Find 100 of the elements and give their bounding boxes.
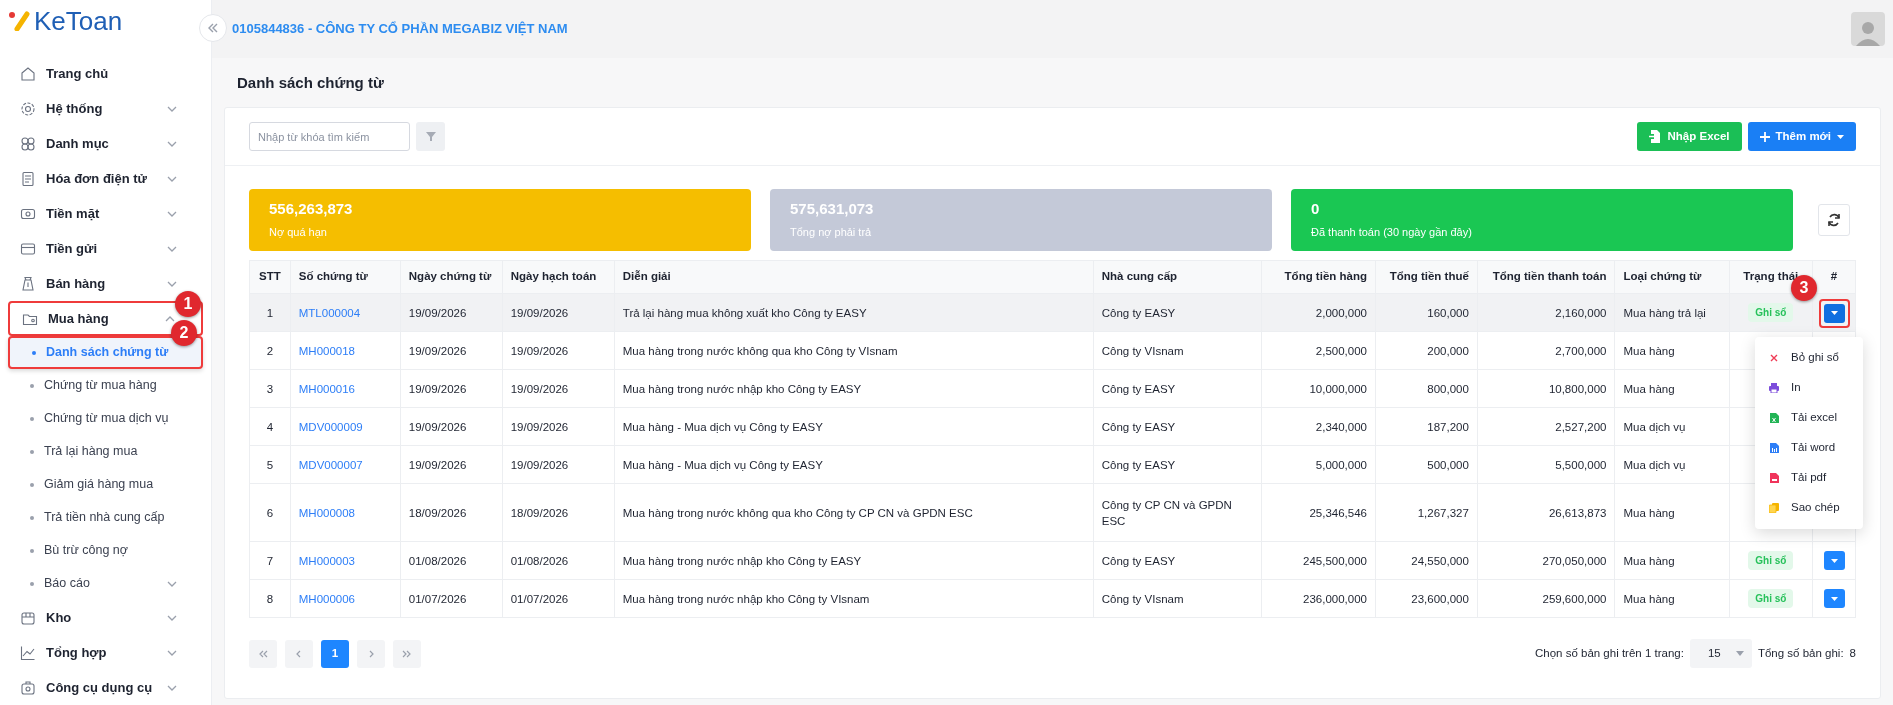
submenu-item[interactable]: Trả lại hàng mua (8, 435, 203, 468)
chevron-icon (167, 140, 177, 147)
document-link[interactable]: MH000003 (290, 541, 401, 580)
chevron-icon (167, 105, 177, 112)
page-button[interactable]: 1 (321, 639, 349, 668)
document-link[interactable]: MH000016 (290, 369, 401, 408)
chevron-icon (167, 580, 177, 587)
table-cell: 3 (249, 369, 291, 408)
column-header: Nhà cung cấp (1093, 260, 1262, 294)
table-cell: 10,800,000 (1477, 369, 1615, 408)
submenu-item[interactable]: Báo cáo (8, 567, 203, 600)
column-header: Ngày chứng từ (400, 260, 503, 294)
bullet-icon (30, 416, 34, 421)
table-cell: Mua hàng trong nước không qua kho Công ty VIsnam (614, 331, 1094, 370)
table-cell: 10,000,000 (1261, 369, 1376, 408)
table-cell: 01/08/2026 (502, 541, 615, 580)
summary-label: Nợ quá hạn (269, 225, 328, 240)
table-cell: 236,000,000 (1261, 579, 1376, 618)
document-link[interactable]: MDV000007 (290, 445, 401, 484)
table-cell: 2,000,000 (1261, 293, 1376, 332)
sidebar-item[interactable]: Kho (8, 600, 203, 635)
table-cell: 01/08/2026 (400, 541, 503, 580)
table-cell: 2,700,000 (1477, 331, 1615, 370)
sidebar-item[interactable]: Tiền mặt (8, 196, 203, 231)
table-cell: Mua hàng trong nước nhập kho Công ty VIsnam (614, 579, 1094, 618)
double-chevron-icon (207, 22, 219, 34)
sidebar-item[interactable]: Tổng hợp (8, 635, 203, 670)
table-cell: Mua hàng (1614, 483, 1730, 542)
table-cell: Công ty EASY (1093, 369, 1262, 408)
summary-value: 556,263,873 (269, 199, 354, 219)
table-cell: 187,200 (1375, 407, 1478, 446)
avatar[interactable] (1851, 11, 1885, 46)
refresh-icon (1827, 213, 1841, 227)
table-cell: 2,160,000 (1477, 293, 1615, 332)
table-cell: 19/09/2026 (502, 331, 615, 370)
summary-label: Tổng nợ phải trả (790, 225, 873, 240)
table-cell: 26,613,873 (1477, 483, 1615, 542)
page-size-select[interactable]: 15 (1689, 639, 1752, 668)
page-size-label: Chọn số bản ghi trên 1 trang: (1534, 645, 1684, 661)
table-row[interactable]: 7 MH000003 01/08/2026 01/08/2026 Mua hàng trong nước nhập kho Công ty EASY Công ty EASY 245,500,000 24,550,000 270,050,000 Mua hàng Ghi sổ (249, 541, 1856, 580)
table-row[interactable]: 1 MTL000004 19/09/2026 19/09/2026 Trả lại hàng mua không xuất kho Công ty EASY Công ty EASY 2,000,000 160,000 2,160,000 Mua hàng trả lại Ghi sổ (249, 293, 1856, 332)
table-cell: Mua hàng (1614, 331, 1730, 370)
first-page-button[interactable] (249, 639, 277, 668)
table-cell: 800,000 (1375, 369, 1478, 408)
collapse-button[interactable] (199, 14, 227, 42)
summary-value: 0 (1311, 199, 1321, 219)
table-row[interactable]: 8 MH000006 01/07/2026 01/07/2026 Mua hàng trong nước nhập kho Công ty VIsnam Công ty VIsnam 236,000,000 23,600,000 259,600,000 Mua hàng Ghi sổ (249, 579, 1856, 618)
column-header: STT (249, 260, 291, 294)
chevron-icon (167, 245, 177, 252)
sidebar-item[interactable]: Công cụ dụng cụ (8, 670, 203, 705)
previous-page-button[interactable] (285, 639, 313, 668)
add-new-button[interactable]: Thêm mới (1747, 122, 1856, 151)
submenu-item[interactable]: Chứng từ mua hàng (8, 369, 203, 402)
table-cell: Mua dịch vụ (1614, 407, 1730, 446)
total-label: Tổng số bản ghi: (1757, 645, 1844, 661)
document-link[interactable]: MDV000009 (290, 407, 401, 446)
summary-value: 575,631,073 (790, 199, 875, 219)
annotation-badge: 1 (175, 291, 201, 317)
table-cell: Mua hàng (1614, 579, 1730, 618)
logo-text: KeToan (34, 7, 123, 34)
next-page-button[interactable] (357, 639, 385, 668)
chevron-icon (167, 210, 177, 217)
bullet-icon (30, 449, 34, 454)
search-field[interactable]: Nhập từ khóa tìm kiếm (249, 122, 410, 151)
sidebar-item[interactable]: Hệ thống (8, 91, 203, 126)
status-badge: Ghi sổ (1748, 303, 1794, 322)
table-cell: 18/09/2026 (502, 483, 615, 542)
document-link[interactable]: MH000008 (290, 483, 401, 542)
sidebar-item[interactable]: Hóa đơn điện tử (8, 161, 203, 196)
table-cell: 4 (249, 407, 291, 446)
column-header: Diễn giải (614, 260, 1094, 294)
table-cell: Công ty EASY (1093, 293, 1262, 332)
table-cell: Mua hàng trong nước không qua kho Công ty CP CN và GPDN ESC (614, 483, 1094, 542)
last-page-button[interactable] (393, 639, 421, 668)
action-dropdown-button[interactable] (1823, 589, 1845, 609)
document-link[interactable]: MTL000004 (290, 293, 401, 332)
table-cell: 200,000 (1375, 331, 1478, 370)
table-cell: 1 (249, 293, 291, 332)
status-badge: Ghi sổ (1748, 551, 1794, 570)
sidebar-item[interactable]: Tiền gửi (8, 231, 203, 266)
submenu-item[interactable]: Giảm giá hàng mua (8, 468, 203, 501)
chevron-icon (167, 614, 177, 621)
document-link[interactable]: MH000006 (290, 579, 401, 618)
pdf-icon (1769, 473, 1779, 483)
document-link[interactable]: MH000018 (290, 331, 401, 370)
submenu-item[interactable]: Bù trừ công nợ (8, 534, 203, 567)
refresh-button[interactable] (1818, 204, 1850, 236)
table-cell: 2,340,000 (1261, 407, 1376, 446)
filter-button[interactable] (416, 122, 445, 151)
table-cell: 19/09/2026 (502, 407, 615, 446)
sidebar-item[interactable]: Trang chủ (8, 56, 203, 91)
submenu-item[interactable]: Chứng từ mua dịch vụ (8, 402, 203, 435)
table-cell: 19/09/2026 (502, 445, 615, 484)
caret-icon (1830, 596, 1838, 601)
table-cell: Công ty CP CN và GPDN ESC (1093, 483, 1262, 542)
submenu-item[interactable]: Trả tiền nhà cung cấp (8, 501, 203, 534)
action-dropdown-button[interactable] (1823, 551, 1845, 571)
logo-icon (8, 10, 30, 31)
sidebar-item[interactable]: Danh mục (8, 126, 203, 161)
table-cell: 19/09/2026 (400, 331, 503, 370)
